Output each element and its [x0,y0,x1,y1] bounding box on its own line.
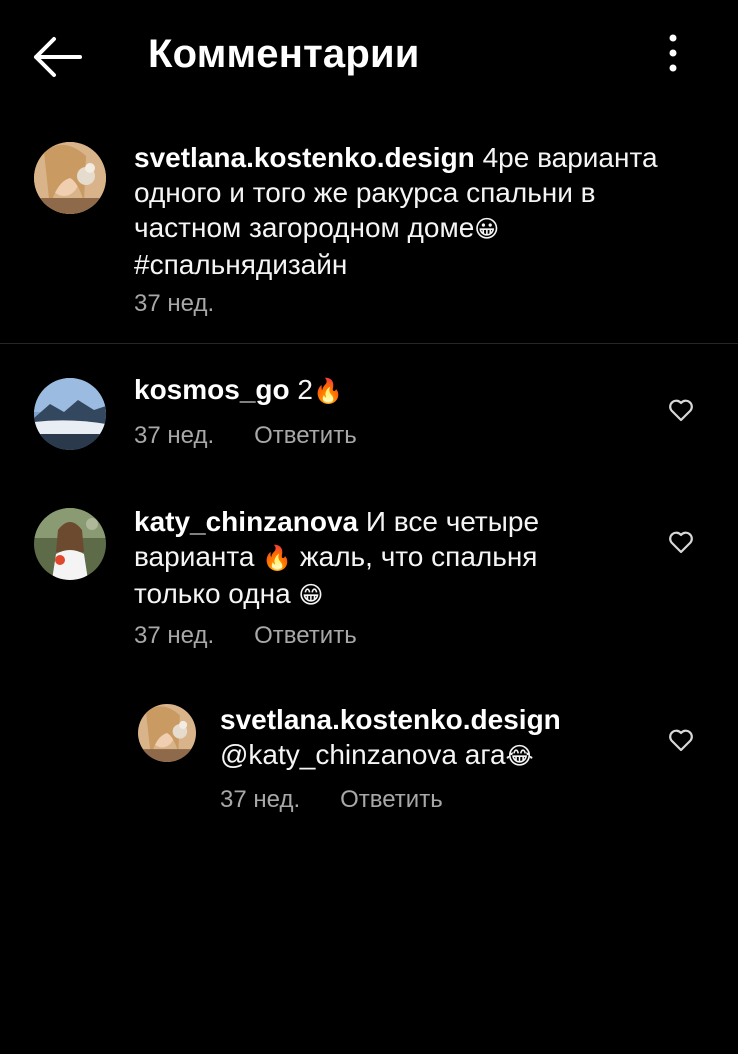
comment-time: 37 нед. [134,422,215,449]
header: Комментарии [0,0,738,112]
more-vertical-icon [669,34,677,72]
joy-emoji: 😂 [505,743,534,770]
comment-meta: 37 нед. Ответить [134,622,357,650]
caption-line3: частном загородном доме [134,212,475,243]
caption-username[interactable]: svetlana.kostenko.design [134,142,475,173]
comment-body: 2 [289,374,313,405]
reply-button[interactable]: Ответить [254,622,357,649]
avatar-image [34,378,106,450]
comment-line2a: варианта [134,541,263,572]
like-button[interactable] [667,528,695,556]
avatar[interactable] [34,508,106,580]
caption-hashtag[interactable]: #спальнядизайн [134,247,694,282]
back-button[interactable] [30,34,84,80]
more-options-button[interactable] [660,32,686,74]
reply-button[interactable]: Ответить [254,422,357,449]
comments-screen: Комментарии svetlana.kostenko.design 4ре [0,0,738,1054]
heart-icon [669,399,693,422]
caption-line2: одного и того же ракурса спальни в [134,177,596,208]
reply-mention[interactable]: @katy_chinzanova [220,739,457,770]
post-caption: svetlana.kostenko.design 4ре варианта од… [0,112,738,344]
avatar[interactable] [34,142,106,214]
comment-text: kosmos_go 2🔥 [134,372,343,409]
comment-username[interactable]: kosmos_go [134,374,290,405]
avatar-image [138,704,196,762]
comment-line2b: жаль, что спальня [292,541,538,572]
reply-username[interactable]: svetlana.kostenko.design [220,702,640,737]
comment-text: katy_chinzanova И все четыре варианта 🔥 … [134,504,634,613]
avatar-image [34,142,106,214]
heart-icon [669,729,693,752]
comment-username[interactable]: katy_chinzanova [134,506,358,537]
like-button[interactable] [667,396,695,424]
fire-emoji: 🔥 [312,378,343,405]
avatar[interactable] [34,378,106,450]
caption-meta: 37 нед. [134,290,214,318]
reply-body: ага [457,739,506,770]
comment-line1: И все четыре [358,506,540,537]
comment-time: 37 нед. [134,622,215,649]
grinning-emoji: 😀 [474,216,500,243]
avatar[interactable] [138,704,196,762]
reply-meta: 37 нед. Ответить [220,786,443,814]
comment-meta: 37 нед. Ответить [134,422,357,450]
grin-emoji: 😁 [298,582,324,609]
caption-time: 37 нед. [134,290,215,317]
caption-text: svetlana.kostenko.design 4ре варианта од… [134,140,694,282]
fire-emoji: 🔥 [262,545,293,572]
reply-button[interactable]: Ответить [340,786,443,813]
page-title: Комментарии [148,32,420,76]
caption-line1: 4ре варианта [474,142,658,173]
avatar-image [34,508,106,580]
reply-text: svetlana.kostenko.design @katy_chinzanov… [220,702,640,774]
heart-icon [669,531,693,554]
arrow-left-icon [34,37,82,77]
like-button[interactable] [667,726,695,754]
comment-line3: только одна [134,578,299,609]
reply-time: 37 нед. [220,786,301,813]
